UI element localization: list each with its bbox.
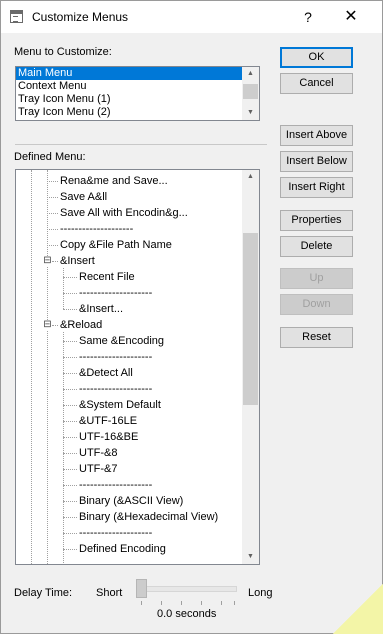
tree-branch-line <box>63 373 77 374</box>
tree-branch-line <box>63 421 77 422</box>
insert-right-button[interactable]: Insert Right <box>280 177 353 198</box>
tree-menu-item[interactable]: Rena&me and Save... <box>60 174 168 188</box>
tree-menu-item[interactable]: &UTF-16LE <box>79 414 137 428</box>
tree-guide-line <box>31 170 32 564</box>
tree-branch-line <box>63 277 77 278</box>
tree-branch-line <box>47 245 58 246</box>
scroll-down-arrow-icon[interactable]: ▼ <box>242 106 259 120</box>
scrollbar-thumb[interactable] <box>243 84 258 99</box>
tree-branch-line <box>63 405 77 406</box>
tree-branch-line <box>63 517 77 518</box>
properties-button[interactable]: Properties <box>280 210 353 231</box>
tree-branch-line <box>52 261 58 262</box>
tree-guide-line <box>63 268 64 309</box>
tree-menu-item[interactable]: Same &Encoding <box>79 334 164 348</box>
tree-folder-item[interactable]: &Reload <box>60 318 102 332</box>
tree-menu-item[interactable]: Save A&ll <box>60 190 107 204</box>
tree-menu-item[interactable]: Defined Encoding <box>79 542 166 556</box>
title-bar: Customize Menus ? ✕ <box>1 1 382 33</box>
tree-guide-line <box>63 332 64 564</box>
tree-menu-item[interactable]: Copy &File Path Name <box>60 238 172 252</box>
list-item-tray-icon-menu-2[interactable]: Tray Icon Menu (2) <box>16 106 259 119</box>
menu-to-customize-label: Menu to Customize: <box>14 46 112 58</box>
tree-branch-line <box>47 197 58 198</box>
tree-branch-line <box>63 341 77 342</box>
delay-time-label: Delay Time: <box>14 587 73 599</box>
tree-branch-line <box>63 389 77 390</box>
insert-above-button[interactable]: Insert Above <box>280 125 353 146</box>
tree-branch-line <box>47 181 58 182</box>
tree-branch-line <box>47 213 58 214</box>
defined-menu-tree[interactable]: Rena&me and Save... Save A&ll Save All wit… <box>15 169 260 565</box>
tree-menu-item[interactable]: Binary (&Hexadecimal View) <box>79 510 218 524</box>
list-item-tray-icon-menu-1[interactable]: Tray Icon Menu (1) <box>16 93 259 106</box>
customize-menus-dialog: Customize Menus ? ✕ Menu to Customize: M… <box>0 0 383 634</box>
tree-branch-line <box>63 309 77 310</box>
resize-grip[interactable] <box>333 584 383 634</box>
tree-menu-item[interactable]: &Insert... <box>79 302 123 316</box>
tree-menu-item[interactable]: -------------------- <box>79 478 152 492</box>
tree-menu-item[interactable]: -------------------- <box>79 526 152 540</box>
tree-branch-line <box>63 357 77 358</box>
menu-list-scrollbar[interactable]: ▲ ▼ <box>242 67 259 120</box>
scrollbar-thumb[interactable] <box>243 233 258 405</box>
delay-value-text: 0.0 seconds <box>157 608 217 620</box>
tree-menu-item[interactable]: &System Default <box>79 398 161 412</box>
tree-menu-item[interactable]: Binary (&ASCII View) <box>79 494 183 508</box>
scroll-up-arrow-icon[interactable]: ▲ <box>242 170 259 184</box>
cancel-button[interactable]: Cancel <box>280 73 353 94</box>
tree-menu-item[interactable]: UTF-&7 <box>79 462 118 476</box>
down-button[interactable]: Down <box>280 294 353 315</box>
tree-branch-line <box>52 325 58 326</box>
tree-collapse-icon[interactable]: ⊟ <box>43 256 52 266</box>
close-button[interactable]: ✕ <box>328 1 374 33</box>
tree-branch-line <box>47 229 58 230</box>
tree-menu-item[interactable]: &Detect All <box>79 366 133 380</box>
section-divider <box>15 144 267 145</box>
window-title: Customize Menus <box>32 10 129 24</box>
tree-collapse-icon[interactable]: ⊟ <box>43 320 52 330</box>
tree-guide-line <box>47 170 48 260</box>
reset-button[interactable]: Reset <box>280 327 353 348</box>
menu-to-customize-list[interactable]: Main Menu Context Menu Tray Icon Menu (1… <box>15 66 260 121</box>
tree-guide-line <box>47 260 48 564</box>
tree-menu-item[interactable]: -------------------- <box>79 286 152 300</box>
delay-slider-ticks <box>141 601 235 605</box>
tree-branch-line <box>63 453 77 454</box>
delay-slider-track[interactable] <box>136 586 237 592</box>
tree-menu-item[interactable]: Save All with Encodin&g... <box>60 206 188 220</box>
defined-menu-label: Defined Menu: <box>14 151 86 163</box>
tree-branch-line <box>63 437 77 438</box>
tree-menu-item[interactable]: -------------------- <box>60 222 133 236</box>
tree-branch-line <box>63 293 77 294</box>
up-button[interactable]: Up <box>280 268 353 289</box>
help-button[interactable]: ? <box>288 1 328 33</box>
tree-branch-line <box>63 485 77 486</box>
tree-branch-line <box>63 549 77 550</box>
delay-long-label: Long <box>248 587 273 599</box>
list-item-context-menu[interactable]: Context Menu <box>16 80 259 93</box>
delay-short-label: Short <box>96 587 123 599</box>
tree-branch-line <box>63 501 77 502</box>
list-item-main-menu[interactable]: Main Menu <box>16 67 243 80</box>
window-app-icon <box>10 10 23 23</box>
tree-menu-item[interactable]: -------------------- <box>79 382 152 396</box>
tree-menu-item[interactable]: UTF-16&BE <box>79 430 138 444</box>
defined-menu-scrollbar[interactable]: ▲ ▼ <box>242 170 259 564</box>
tree-branch-line <box>63 533 77 534</box>
tree-menu-item[interactable]: UTF-&8 <box>79 446 118 460</box>
delay-slider-thumb[interactable] <box>136 579 147 598</box>
tree-folder-item[interactable]: &Insert <box>60 254 95 268</box>
tree-menu-item[interactable]: -------------------- <box>79 350 152 364</box>
tree-branch-line <box>63 469 77 470</box>
tree-menu-item[interactable]: Recent File <box>79 270 135 284</box>
ok-button[interactable]: OK <box>280 47 353 68</box>
scroll-up-arrow-icon[interactable]: ▲ <box>242 67 259 81</box>
insert-below-button[interactable]: Insert Below <box>280 151 353 172</box>
scroll-down-arrow-icon[interactable]: ▼ <box>242 550 259 564</box>
delete-button[interactable]: Delete <box>280 236 353 257</box>
